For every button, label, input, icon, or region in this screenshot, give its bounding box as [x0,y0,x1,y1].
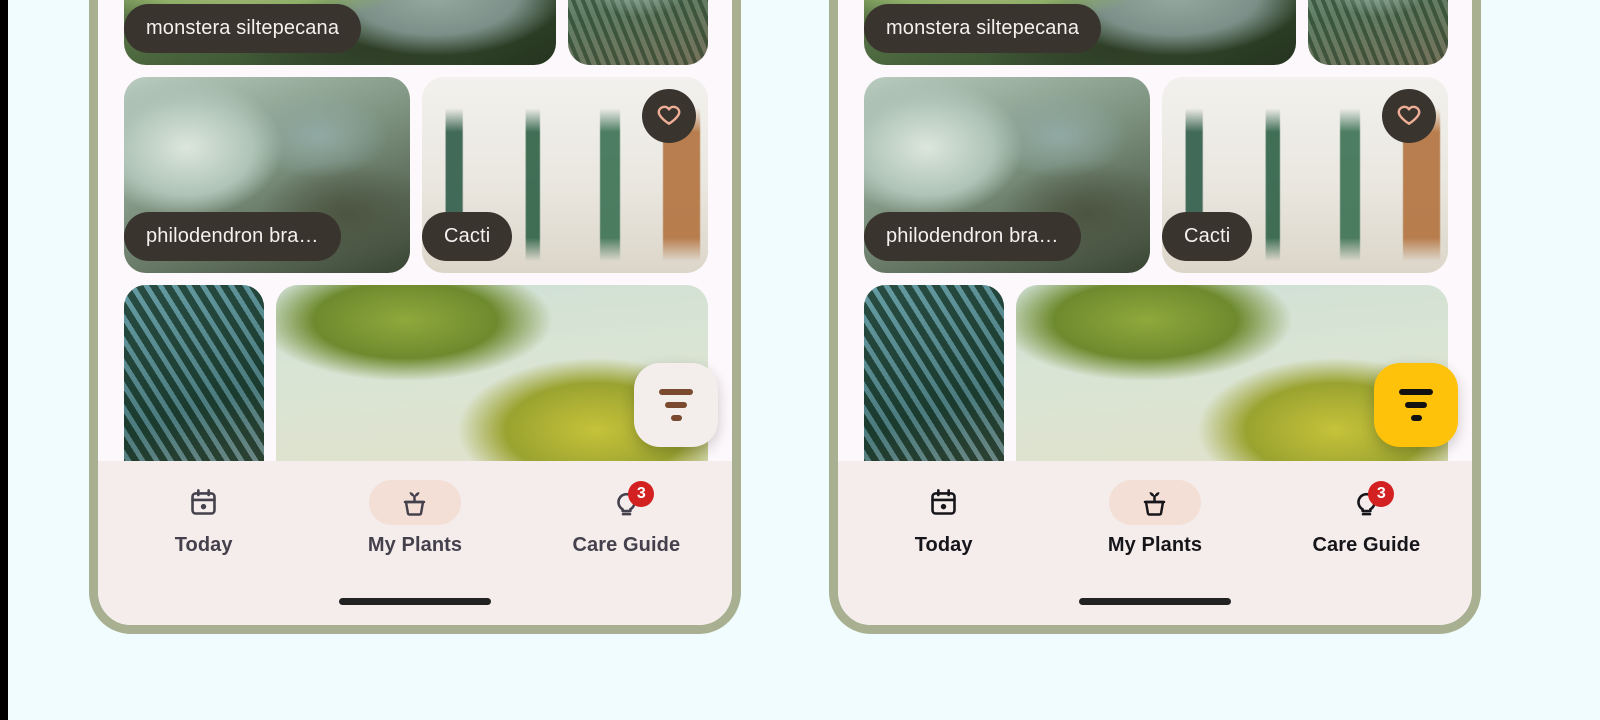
bottom-navigation-bar: Today My Plants 3 Care Guide [98,461,732,625]
gallery-row [864,285,1448,461]
filter-icon [659,389,693,421]
nav-item-care-guide[interactable]: 3 Care Guide [521,480,732,557]
gallery-row: philodendron bra… Cacti [124,77,708,273]
nav-label: Today [914,534,973,556]
favorite-button[interactable] [642,89,696,143]
nav-item-care-guide[interactable]: 3 Care Guide [1261,480,1472,557]
nav-item-my-plants[interactable]: My Plants [309,480,520,557]
plant-name-chip: monstera siltepecana [124,4,362,53]
phone-mockup-variant-a: monstera siltepecana philodendron bra… C… [89,0,741,634]
nav-item-today[interactable]: Today [838,480,1049,557]
plant-gallery-a[interactable]: monstera siltepecana philodendron bra… C… [98,0,732,461]
nav-label: Care Guide [572,534,681,556]
dual-phone-stage: monstera siltepecana philodendron bra… C… [0,0,1600,720]
nav-label: Today [174,534,233,556]
plant-name-chip: monstera siltepecana [864,4,1102,53]
calendar-icon [931,489,956,515]
filter-fab-button[interactable] [634,363,718,447]
gallery-row: monstera siltepecana [864,0,1448,65]
filter-icon [1399,389,1433,421]
plant-tile-cacti[interactable]: Cacti [422,77,708,273]
plant-tile-cacti[interactable]: Cacti [1162,77,1448,273]
gallery-row: monstera siltepecana [124,0,708,65]
nav-pill-active [1108,480,1201,525]
potted-plant-icon [1144,492,1166,516]
phone-mockup-variant-b: monstera siltepecana philodendron bra… C… [829,0,1481,634]
plant-tile-palm-plant[interactable] [1308,0,1448,65]
calendar-icon [191,489,216,515]
nav-pill: 3 [1320,480,1412,525]
nav-label: Care Guide [1312,534,1421,556]
nav-pill [898,480,990,525]
favorite-button[interactable] [1382,89,1436,143]
nav-items: Today My Plants 3 Care Guide [838,461,1472,598]
potted-plant-icon [404,492,426,516]
gallery-row: philodendron bra… Cacti [864,77,1448,273]
app-screen-a: monstera siltepecana philodendron bra… C… [98,0,732,625]
plant-tile-dracaena-plant[interactable] [864,285,1004,461]
plant-tile-monstera-siltepecana[interactable]: monstera siltepecana [124,0,556,65]
plant-photo [124,285,264,461]
plant-photo [864,285,1004,461]
nav-label: My Plants [1107,534,1203,556]
notification-badge: 3 [628,481,655,507]
bottom-navigation-bar: Today My Plants 3 Care Guide [838,461,1472,625]
nav-items: Today My Plants 3 Care Guide [98,461,732,598]
nav-pill [158,480,250,525]
filter-fab-button[interactable] [1374,363,1458,447]
plant-gallery-b[interactable]: monstera siltepecana philodendron bra… C… [838,0,1472,461]
nav-label: My Plants [367,534,463,556]
notification-badge: 3 [1368,481,1395,507]
plant-tile-philodendron-brandtianum[interactable]: philodendron bra… [864,77,1150,273]
plant-name-chip: philodendron bra… [124,212,341,261]
heart-outline-icon [657,105,681,125]
plant-name-chip: Cacti [422,212,513,261]
plant-photo [568,0,708,65]
plant-name-chip: Cacti [1162,212,1253,261]
plant-tile-monstera-siltepecana[interactable]: monstera siltepecana [864,0,1296,65]
home-indicator [339,598,491,605]
home-indicator [1079,598,1231,605]
plant-tile-dracaena-plant[interactable] [124,285,264,461]
nav-item-my-plants[interactable]: My Plants [1049,480,1260,557]
app-screen-b: monstera siltepecana philodendron bra… C… [838,0,1472,625]
gallery-row [124,285,708,461]
plant-name-chip: philodendron bra… [864,212,1081,261]
plant-tile-philodendron-brandtianum[interactable]: philodendron bra… [124,77,410,273]
nav-item-today[interactable]: Today [98,480,309,557]
nav-pill: 3 [580,480,672,525]
plant-photo [1308,0,1448,65]
nav-pill-active [368,480,461,525]
plant-tile-palm-plant[interactable] [568,0,708,65]
heart-outline-icon [1397,105,1421,125]
